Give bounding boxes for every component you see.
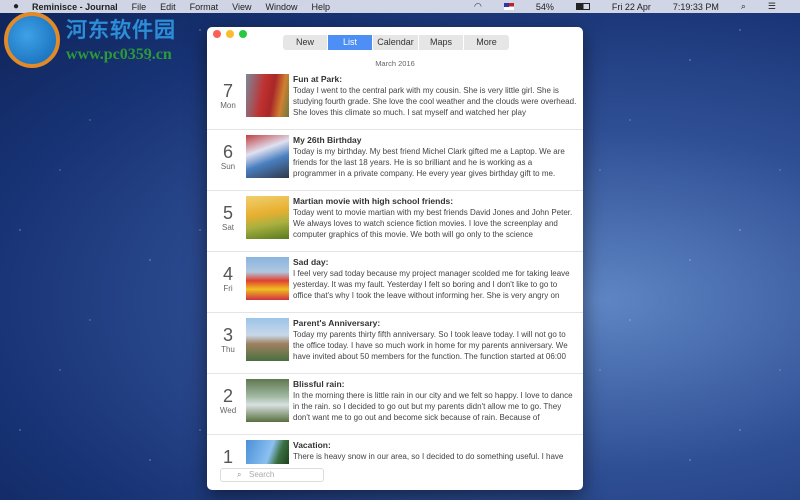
journal-entry[interactable]: 2 Wed Blissful rain: In the morning there … xyxy=(207,374,583,435)
entry-thumbnail xyxy=(246,440,289,464)
journal-entry[interactable]: 3 Thu Parent's Anniversary: Today my paren… xyxy=(207,313,583,374)
spotlight-search-icon[interactable]: ⌕ xyxy=(741,1,746,12)
watermark-title: 河东软件园 xyxy=(66,17,176,42)
entry-title: Parent's Anniversary: xyxy=(293,318,381,328)
search-placeholder: Search xyxy=(249,470,275,479)
entry-thumbnail xyxy=(246,196,289,239)
entry-day-number: 7 xyxy=(222,81,233,101)
entry-date: 5 Sat xyxy=(213,203,243,232)
tab-maps[interactable]: Maps xyxy=(419,35,463,50)
journal-entry[interactable]: 6 Sun My 26th Birthday Today is my birthda… xyxy=(207,130,583,191)
input-source-flag-icon[interactable] xyxy=(503,3,514,10)
entry-weekday: Sun xyxy=(220,162,236,171)
close-button[interactable] xyxy=(213,30,221,38)
entry-body: I feel very sad today because my project… xyxy=(293,269,570,300)
entry-date: 2 Wed xyxy=(213,386,243,415)
menu-view[interactable]: View xyxy=(232,2,251,12)
search-icon: ⌕ xyxy=(237,470,242,479)
entry-body: There is heavy snow in our area, so I de… xyxy=(293,452,564,461)
entry-body: Today my parents thirty fifth anniversar… xyxy=(293,330,568,361)
entry-weekday: Sat xyxy=(221,223,234,232)
zoom-button[interactable] xyxy=(239,30,247,38)
entry-weekday: Mon xyxy=(220,101,236,110)
view-segmented-control: New List Calendar Maps More xyxy=(283,35,510,50)
tab-list[interactable]: List xyxy=(328,35,372,50)
entry-title: Sad day: xyxy=(293,257,329,267)
minimize-button[interactable] xyxy=(226,30,234,38)
entry-body: In the morning there is little rain in o… xyxy=(293,391,573,422)
entry-title: Martian movie with high school friends: xyxy=(293,196,454,206)
entry-title: Blissful rain: xyxy=(293,379,345,389)
menu-window[interactable]: Window xyxy=(265,2,297,12)
entry-day-number: 6 xyxy=(222,142,233,162)
menu-bar: ● Reminisce - Journal File Edit Format V… xyxy=(0,0,800,13)
entry-title: My 26th Birthday xyxy=(293,135,362,145)
tab-calendar[interactable]: Calendar xyxy=(373,35,418,50)
entry-body: Today is my birthday. My best friend Mic… xyxy=(293,147,565,178)
entry-thumbnail xyxy=(246,379,289,422)
entry-date: 3 Thu xyxy=(213,325,243,354)
entry-day-number: 5 xyxy=(222,203,233,223)
entry-weekday: Fri xyxy=(223,284,233,293)
battery-icon[interactable] xyxy=(575,3,590,10)
entry-day-number: 4 xyxy=(222,264,233,284)
entry-thumbnail xyxy=(246,135,289,178)
menu-time[interactable]: 7:19:33 PM xyxy=(673,2,719,12)
entry-day-number: 2 xyxy=(222,386,233,406)
entry-title: Fun at Park: xyxy=(293,74,343,84)
entry-date: 4 Fri xyxy=(213,264,243,293)
entry-title: Vacation: xyxy=(293,440,331,450)
menu-format[interactable]: Format xyxy=(190,2,219,12)
entry-date: 1 xyxy=(213,447,243,467)
entry-date: 7 Mon xyxy=(213,81,243,110)
search-input[interactable]: ⌕ Search xyxy=(220,468,324,482)
entry-thumbnail xyxy=(246,74,289,117)
battery-percent[interactable]: 54% xyxy=(536,2,554,12)
entry-weekday: Wed xyxy=(219,406,237,415)
entry-body: Today I went to the central park with my… xyxy=(293,86,577,117)
tab-new[interactable]: New xyxy=(283,35,327,50)
entry-day-number: 1 xyxy=(222,447,233,467)
entry-date: 6 Sun xyxy=(213,142,243,171)
month-header: March 2016 xyxy=(375,59,415,68)
menu-edit[interactable]: Edit xyxy=(160,2,176,12)
journal-entry[interactable]: 4 Fri Sad day: I feel very sad today becau… xyxy=(207,252,583,313)
menu-help[interactable]: Help xyxy=(312,2,331,12)
wifi-icon[interactable]: ◠ xyxy=(474,1,482,12)
journal-entry[interactable]: 7 Mon Fun at Park: Today I went to the cen… xyxy=(207,69,583,130)
menu-app-name[interactable]: Reminisce - Journal xyxy=(32,2,118,12)
journal-entry[interactable]: 5 Sat Martian movie with high school frie… xyxy=(207,191,583,252)
entry-thumbnail xyxy=(246,257,289,300)
watermark-url: www.pc0359.cn xyxy=(66,46,172,63)
menu-file[interactable]: File xyxy=(132,2,147,12)
entry-thumbnail xyxy=(246,318,289,361)
entry-body: Today went to movie martian with my best… xyxy=(293,208,573,239)
entry-weekday: Thu xyxy=(221,345,235,354)
watermark-logo xyxy=(4,12,60,68)
journal-window: New List Calendar Maps More March 2016 7… xyxy=(207,27,583,490)
notification-center-icon[interactable]: ☰ xyxy=(768,1,776,12)
tab-more[interactable]: More xyxy=(464,35,509,50)
entry-day-number: 3 xyxy=(222,325,233,345)
menu-date[interactable]: Fri 22 Apr xyxy=(612,2,651,12)
apple-menu-icon[interactable]: ● xyxy=(13,1,19,12)
